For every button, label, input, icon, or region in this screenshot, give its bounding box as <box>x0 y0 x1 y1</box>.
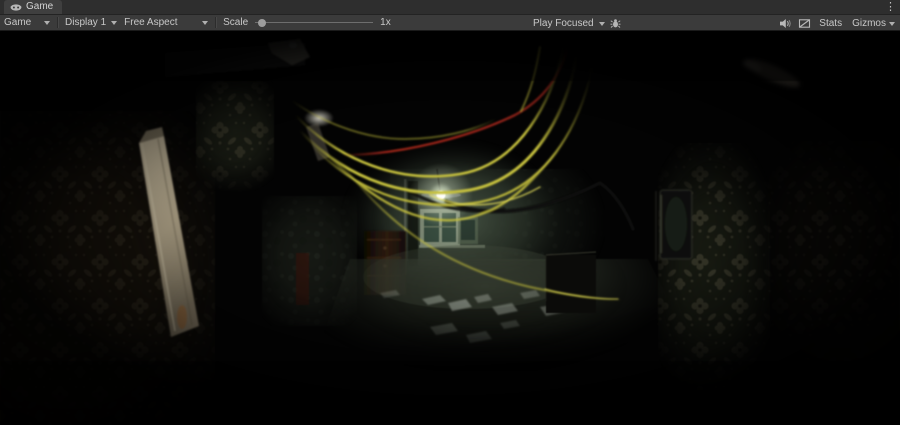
toolbar-play-group: Play Focused <box>533 15 621 31</box>
game-viewport[interactable] <box>0 31 900 425</box>
stats-button[interactable]: Stats <box>817 18 844 29</box>
chevron-down-icon <box>111 21 118 25</box>
window-menu-icon[interactable]: ⋮ <box>885 0 896 14</box>
play-focused-dropdown[interactable]: Play Focused <box>533 18 605 29</box>
toolbar-divider <box>57 17 58 28</box>
display-target-dropdown[interactable]: Display 1 <box>65 17 118 28</box>
toolbar-left-group: Game Display 1 Free Aspect Scale 1x <box>4 17 391 28</box>
vignette <box>0 31 900 425</box>
bug-icon[interactable] <box>610 18 621 29</box>
game-scene <box>0 31 900 425</box>
scale-slider[interactable] <box>255 18 374 28</box>
scale-slider-thumb[interactable] <box>258 18 267 27</box>
display-mode-dropdown[interactable]: Game <box>4 17 50 28</box>
slashed-frame-icon[interactable] <box>798 18 811 29</box>
chevron-down-icon <box>202 21 209 25</box>
tab-game[interactable]: Game <box>4 0 63 14</box>
chevron-down-icon <box>598 21 605 26</box>
chevron-down-icon <box>889 21 895 26</box>
unity-game-view-window: Game ⋮ Game Display 1 Free Aspect Scale <box>0 0 900 425</box>
toolbar-divider <box>215 17 217 28</box>
game-view-icon <box>10 3 22 11</box>
tab-bar: Game ⋮ <box>0 0 900 15</box>
toolbar-right-group: Stats Gizmos <box>779 15 897 31</box>
gizmos-dropdown[interactable]: Gizmos <box>850 18 897 29</box>
chevron-down-icon <box>44 21 50 25</box>
scale-value: 1x <box>380 17 391 28</box>
tab-label: Game <box>26 1 54 12</box>
mute-audio-icon[interactable] <box>779 18 792 29</box>
aspect-ratio-dropdown[interactable]: Free Aspect <box>124 17 209 28</box>
scale-slider-track[interactable] <box>255 22 374 23</box>
game-toolbar: Game Display 1 Free Aspect Scale 1x Play… <box>0 15 900 31</box>
scale-label: Scale <box>223 17 249 28</box>
